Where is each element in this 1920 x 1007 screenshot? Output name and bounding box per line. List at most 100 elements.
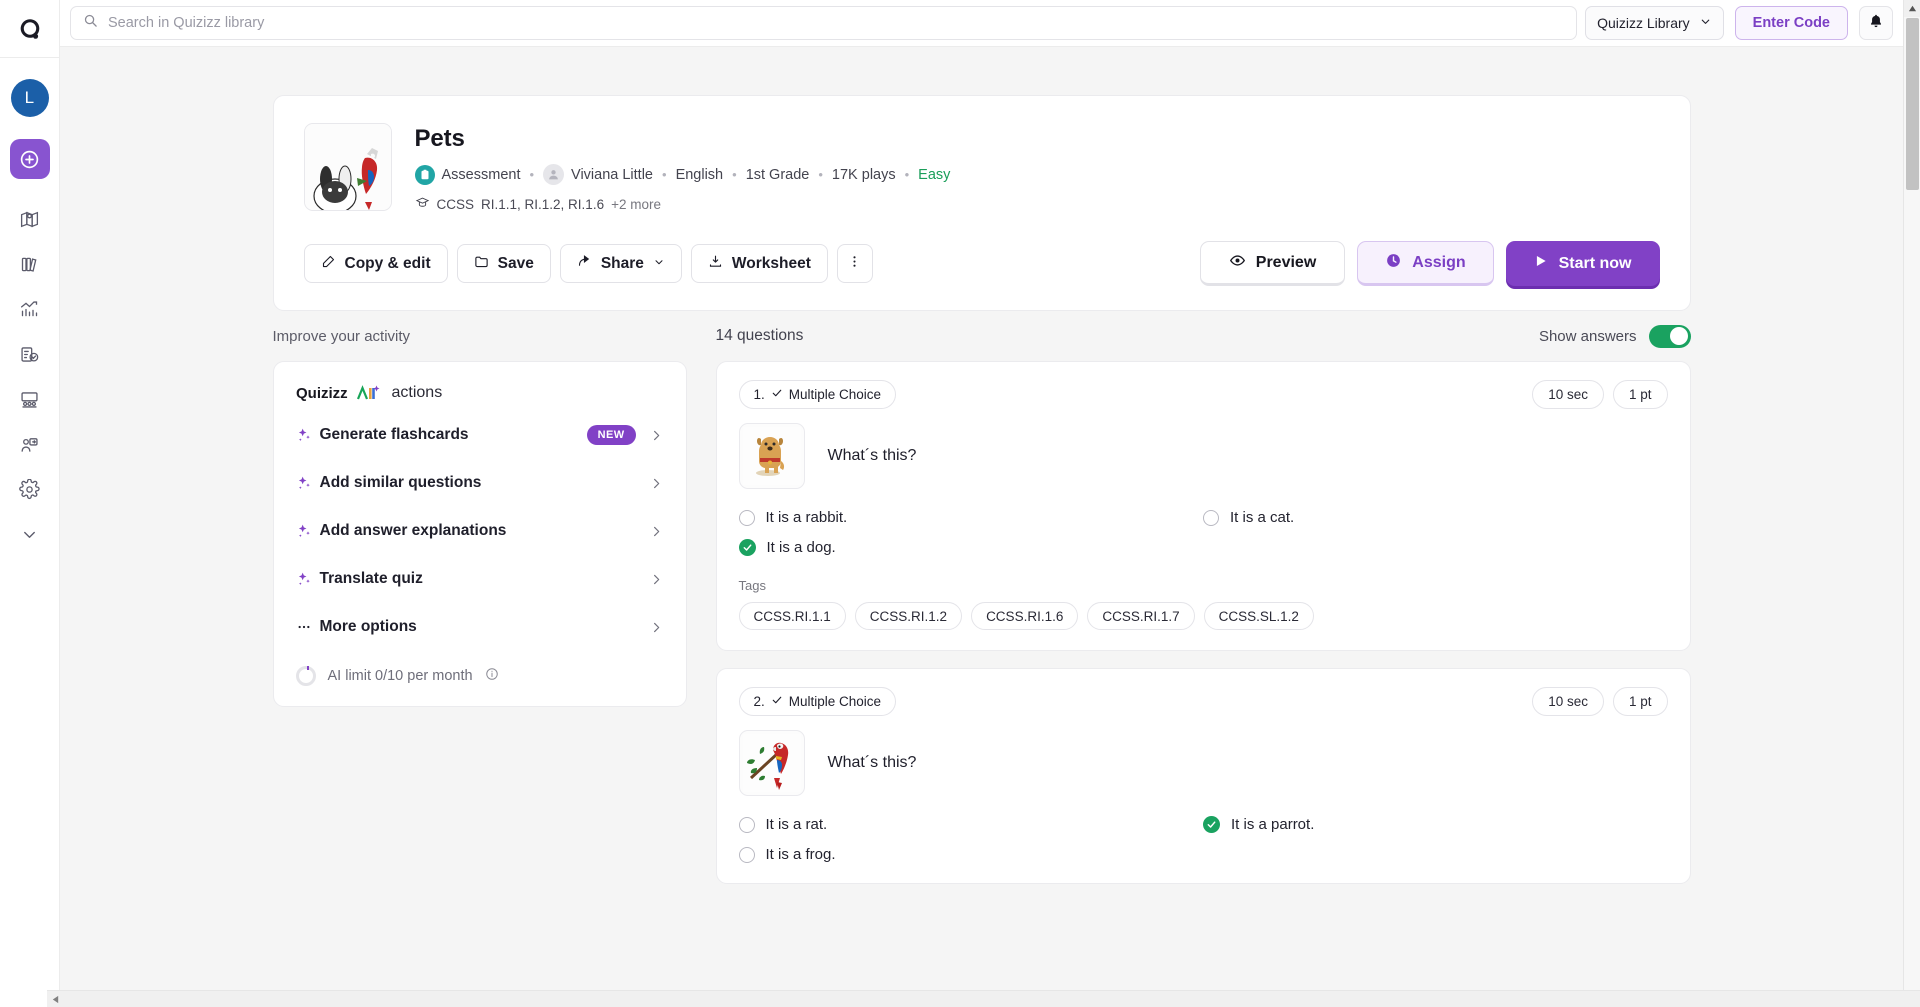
question-options: It is a rat. It is a parrot. It is a fro…: [738, 816, 1668, 863]
settings-icon[interactable]: [10, 475, 50, 503]
copy-edit-button[interactable]: Copy & edit: [303, 244, 448, 283]
ai-action-more-options[interactable]: More options: [296, 603, 664, 651]
option-row[interactable]: It is a cat.: [1203, 509, 1668, 526]
search-input[interactable]: [108, 15, 1565, 31]
left-sidebar: L: [0, 0, 60, 1007]
tag-chip[interactable]: CCSS.SL.1.2: [1203, 602, 1314, 630]
tag-chip[interactable]: CCSS.RI.1.2: [854, 602, 963, 630]
show-answers-control[interactable]: Show answers: [1539, 324, 1691, 348]
tag-chip[interactable]: CCSS.RI.1.1: [738, 602, 846, 630]
option-row-correct[interactable]: It is a parrot.: [1203, 816, 1668, 833]
download-icon: [708, 254, 723, 274]
ai-action-label: Add answer explanations: [319, 522, 507, 539]
quiz-author[interactable]: Viviana Little: [571, 167, 653, 183]
classes-icon[interactable]: [10, 385, 50, 413]
ai-action-add-similar-questions[interactable]: Add similar questions: [296, 459, 664, 507]
quiz-grade: 1st Grade: [745, 166, 810, 183]
sparkle-icon: [296, 427, 320, 443]
user-avatar[interactable]: L: [10, 79, 49, 117]
ai-action-label: Add similar questions: [319, 474, 482, 491]
option-row[interactable]: It is a rabbit.: [738, 509, 1204, 526]
quiz-header-card: Pets Assessment • Viviana Little • Engli…: [272, 95, 1691, 311]
ai-action-translate-quiz[interactable]: Translate quiz: [296, 555, 664, 603]
ai-action-add-answer-explanations[interactable]: Add answer explanations: [296, 507, 664, 555]
more-options-button[interactable]: [836, 244, 873, 283]
question-prompt: What´s this?: [827, 754, 917, 771]
horizontal-scrollbar[interactable]: [47, 990, 1920, 1007]
ai-action-generate-flashcards[interactable]: Generate flashcards NEW: [296, 411, 664, 459]
chevron-right-icon: [649, 428, 664, 443]
question-image[interactable]: [738, 423, 805, 489]
quizizz-logo[interactable]: [0, 0, 60, 57]
ai-action-label: More options: [319, 618, 417, 635]
standards-icon: [415, 195, 430, 213]
radio-unselected-icon: [738, 846, 755, 863]
explore-icon[interactable]: [10, 205, 50, 233]
scroll-left-arrow[interactable]: [47, 991, 64, 1007]
questions-count: 14 questions: [715, 327, 804, 344]
svg-text:Quizizz: Quizizz: [296, 385, 348, 402]
notifications-button[interactable]: [1859, 6, 1893, 40]
sparkle-icon: [296, 571, 320, 587]
save-button[interactable]: Save: [456, 244, 551, 283]
show-answers-toggle[interactable]: [1648, 324, 1691, 348]
quiz-plays: 17K plays: [831, 166, 896, 183]
chevron-right-icon: [649, 572, 664, 587]
correct-answer-icon: [738, 539, 756, 556]
main-scroll-area: Pets Assessment • Viviana Little • Engli…: [60, 47, 1903, 990]
question-points-pill: 1 pt: [1612, 687, 1668, 716]
check-icon: [771, 387, 783, 402]
library-icon[interactable]: [10, 250, 50, 278]
standards-more-link[interactable]: +2 more: [611, 197, 661, 212]
tag-chip[interactable]: CCSS.RI.1.6: [971, 602, 1079, 630]
chevron-right-icon: [649, 524, 664, 539]
share-button[interactable]: Share: [559, 244, 682, 283]
assessments-icon[interactable]: [10, 340, 50, 368]
preview-button[interactable]: Preview: [1199, 241, 1346, 286]
avatar-initial: L: [24, 88, 35, 107]
expand-icon[interactable]: [10, 520, 50, 548]
question-image[interactable]: [738, 730, 805, 796]
play-icon: [1534, 254, 1548, 273]
option-row[interactable]: It is a rat.: [738, 816, 1204, 833]
create-button[interactable]: [9, 139, 50, 179]
vertical-scrollbar[interactable]: [1903, 0, 1920, 990]
meta-separator: •: [732, 167, 737, 182]
vertical-scroll-thumb[interactable]: [1906, 18, 1919, 190]
eye-icon: [1229, 252, 1246, 274]
scroll-up-arrow[interactable]: [1904, 0, 1920, 17]
enter-code-label: Enter Code: [1752, 15, 1830, 31]
option-row-correct[interactable]: It is a dog.: [738, 539, 1204, 556]
meta-separator: •: [818, 167, 823, 182]
start-now-button[interactable]: Start now: [1505, 241, 1660, 286]
info-icon[interactable]: [485, 667, 499, 685]
option-row[interactable]: It is a frog.: [738, 846, 1204, 863]
edit-icon: [321, 254, 336, 274]
chevron-down-icon: [1699, 15, 1712, 31]
search-box[interactable]: [70, 6, 1578, 40]
worksheet-button[interactable]: Worksheet: [690, 244, 828, 283]
quiz-thumbnail[interactable]: [303, 123, 392, 211]
quiz-language: English: [675, 166, 724, 183]
ai-limit-row: AI limit 0/10 per month: [295, 666, 664, 686]
library-select[interactable]: Quizizz Library: [1585, 6, 1724, 40]
question-prompt: What´s this?: [827, 447, 917, 464]
reports-icon[interactable]: [10, 295, 50, 323]
library-select-label: Quizizz Library: [1597, 15, 1690, 31]
quiz-difficulty: Easy: [918, 166, 951, 183]
interactive-video-icon[interactable]: [10, 430, 50, 458]
tag-chip[interactable]: CCSS.RI.1.7: [1087, 602, 1195, 630]
radio-unselected-icon: [1203, 509, 1219, 526]
ai-actions-label: actions: [391, 384, 443, 401]
assign-label: Assign: [1412, 253, 1466, 271]
enter-code-button[interactable]: Enter Code: [1734, 6, 1848, 40]
new-badge: NEW: [586, 425, 636, 445]
question-points-pill: 1 pt: [1612, 380, 1668, 409]
assign-button[interactable]: Assign: [1357, 241, 1494, 286]
check-icon: [771, 694, 783, 709]
question-type-label: Multiple Choice: [788, 387, 882, 402]
quizizz-ai-logo: Quizizz: [296, 385, 379, 402]
question-card: 1. Multiple Choice 10 sec 1 pt What´s th…: [715, 361, 1691, 651]
share-label: Share: [600, 254, 644, 272]
quiz-metadata: Assessment • Viviana Little • English •: [414, 164, 951, 185]
